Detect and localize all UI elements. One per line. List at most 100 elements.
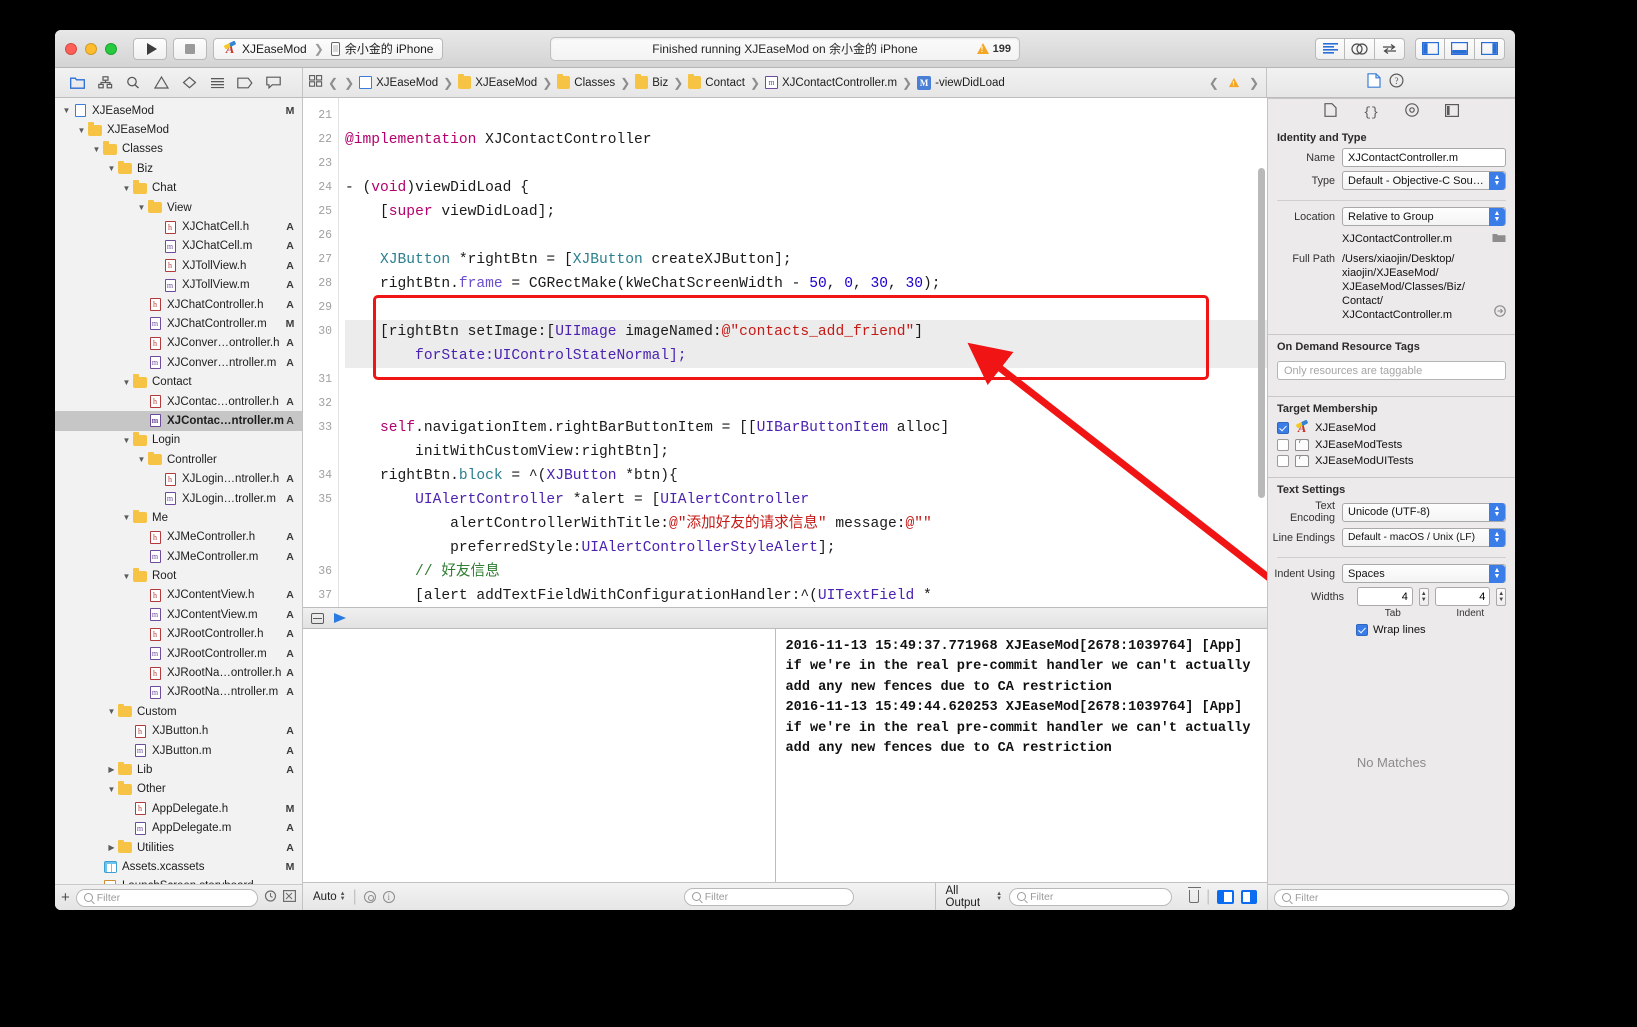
navigator-row[interactable]: ▼ View xyxy=(55,198,302,217)
code-snippet-library-icon[interactable]: {} xyxy=(1363,105,1379,120)
navigator-row[interactable]: AppDelegate.h M xyxy=(55,799,302,818)
wrap-lines-checkbox[interactable] xyxy=(1356,624,1368,636)
code-line[interactable]: forState:UIControlStateNormal]; xyxy=(345,344,1267,368)
code-line[interactable]: - (void)viewDidLoad { xyxy=(345,176,1267,200)
navigator-row[interactable]: ▶ Utilities A xyxy=(55,838,302,857)
location-popup[interactable]: Relative to Group ▲ ▼ xyxy=(1342,207,1506,226)
navigator-row[interactable]: XJRootController.m A xyxy=(55,644,302,663)
navigator-row[interactable]: ▼ XJEaseMod M xyxy=(55,101,302,120)
navigator-row[interactable]: XJMeController.h A xyxy=(55,528,302,547)
disclosure-expanded-icon[interactable]: ▼ xyxy=(121,572,132,581)
related-items-icon[interactable] xyxy=(309,75,323,90)
navigator-row[interactable]: XJTollView.m A xyxy=(55,276,302,295)
breakpoint-navigator-icon[interactable] xyxy=(231,72,259,94)
next-issue-button[interactable]: ❯ xyxy=(1249,76,1259,90)
stop-button[interactable] xyxy=(173,37,207,60)
code-line[interactable]: preferredStyle:UIAlertControllerStyleAle… xyxy=(345,536,1267,560)
code-line[interactable] xyxy=(345,296,1267,320)
target-membership-row[interactable]: XJEaseModTests xyxy=(1268,437,1515,453)
disclosure-expanded-icon[interactable]: ▼ xyxy=(121,436,132,445)
navigator-row[interactable]: ▼ Biz xyxy=(55,159,302,178)
navigator-row[interactable]: XJContac…ntroller.mA xyxy=(55,411,302,431)
type-popup[interactable]: Default - Objective-C Sou… ▲ ▼ xyxy=(1342,171,1506,190)
toggle-navigator-button[interactable] xyxy=(1415,37,1445,60)
navigator-row[interactable]: ▼ Login xyxy=(55,431,302,450)
navigator-row[interactable]: XJButton.m A xyxy=(55,741,302,760)
target-checkbox[interactable] xyxy=(1277,439,1289,451)
source-control-navigator-icon[interactable] xyxy=(91,72,119,94)
navigator-row[interactable]: ▼ XJEaseMod xyxy=(55,120,302,139)
clear-console-icon[interactable] xyxy=(1187,887,1201,903)
code-line[interactable]: initWithCustomView:rightBtn]; xyxy=(345,440,1267,464)
standard-editor-button[interactable] xyxy=(1315,37,1345,60)
media-library-icon[interactable] xyxy=(1444,103,1459,122)
disclosure-expanded-icon[interactable]: ▼ xyxy=(106,707,117,716)
navigator-row[interactable]: XJChatCell.m A xyxy=(55,237,302,256)
navigator-row[interactable]: ▼ Custom xyxy=(55,702,302,721)
back-button[interactable]: ❮ xyxy=(328,76,338,90)
code-line[interactable] xyxy=(345,392,1267,416)
navigator-row[interactable]: XJContentView.m A xyxy=(55,605,302,624)
wrap-lines-row[interactable]: Wrap lines xyxy=(1268,619,1515,641)
forward-button[interactable]: ❯ xyxy=(344,76,354,90)
target-checkbox[interactable] xyxy=(1277,422,1289,434)
disclosure-expanded-icon[interactable]: ▼ xyxy=(106,164,117,173)
code-line[interactable]: [alert addTextFieldWithConfigurationHand… xyxy=(345,584,1267,607)
file-inspector-icon[interactable] xyxy=(1367,72,1381,93)
line-endings-popup[interactable]: Default - macOS / Unix (LF) ▲ ▼ xyxy=(1342,528,1506,547)
test-navigator-icon[interactable] xyxy=(175,72,203,94)
encoding-popup[interactable]: Unicode (UTF-8) ▲ ▼ xyxy=(1342,502,1506,522)
previous-issue-button[interactable]: ❮ xyxy=(1209,76,1219,90)
add-button[interactable]: + xyxy=(61,890,70,905)
show-variables-pane-icon[interactable] xyxy=(1217,889,1234,904)
navigator-row[interactable]: XJChatController.m M xyxy=(55,314,302,333)
navigator-row[interactable]: ▼ Other xyxy=(55,780,302,799)
find-navigator-icon[interactable] xyxy=(119,72,147,94)
assistant-editor-button[interactable] xyxy=(1345,37,1375,60)
navigator-row[interactable]: XJContentView.h A xyxy=(55,586,302,605)
navigator-row[interactable]: LaunchScreen.storyboard xyxy=(55,877,302,884)
code-line[interactable]: XJButton *rightBtn = [XJButton createXJB… xyxy=(345,248,1267,272)
indent-width-input[interactable]: 4 xyxy=(1434,587,1491,606)
crumb-6[interactable]: -viewDidLoad xyxy=(935,77,1005,89)
code-line[interactable]: @implementation XJContactController xyxy=(345,128,1267,152)
report-navigator-icon[interactable] xyxy=(259,72,287,94)
warning-badge[interactable]: 199 xyxy=(976,43,1011,55)
navigator-row[interactable]: ▼ Chat xyxy=(55,179,302,198)
object-library-icon[interactable] xyxy=(1404,103,1419,122)
navigator-row[interactable]: XJLogin…ntroller.h A xyxy=(55,469,302,488)
filter-source-control-button[interactable] xyxy=(283,889,297,907)
code-line[interactable]: rightBtn.block = ^(XJButton *btn){ xyxy=(345,464,1267,488)
navigator-row[interactable]: ▼ Me xyxy=(55,508,302,527)
code-line[interactable]: UIAlertController *alert = [UIAlertContr… xyxy=(345,488,1267,512)
crumb-0[interactable]: XJEaseMod xyxy=(376,77,438,89)
navigator-row[interactable]: XJRootController.h A xyxy=(55,625,302,644)
code-line[interactable] xyxy=(345,152,1267,176)
info-icon[interactable]: i xyxy=(382,890,395,903)
source-editor[interactable]: 21 22 23 24 25 26 27 28 29 30 31 32 33 34 35 36 37 @impl… xyxy=(303,98,1267,607)
target-checkbox[interactable] xyxy=(1277,455,1289,467)
navigator-row[interactable]: XJButton.h A xyxy=(55,722,302,741)
disclosure-expanded-icon[interactable]: ▼ xyxy=(91,145,102,154)
code-line[interactable] xyxy=(345,368,1267,392)
indent-using-popup[interactable]: Spaces ▲ ▼ xyxy=(1342,564,1506,583)
navigator-row[interactable]: ▶ Lib A xyxy=(55,760,302,779)
debug-navigator-icon[interactable] xyxy=(203,72,231,94)
variables-scope-popup[interactable]: Auto ▲ ▼ xyxy=(313,891,346,903)
variables-display-icon[interactable] xyxy=(363,890,376,903)
filter-recent-button[interactable] xyxy=(264,889,277,907)
choose-folder-icon[interactable] xyxy=(1492,230,1506,248)
navigator-row[interactable]: Assets.xcassets M xyxy=(55,857,302,876)
disclosure-expanded-icon[interactable]: ▼ xyxy=(106,785,117,794)
variables-filter-input[interactable]: Filter xyxy=(683,887,854,906)
navigator-filter-input[interactable]: Filter xyxy=(75,888,258,907)
inspector-filter-input[interactable]: Filter xyxy=(1274,888,1509,907)
disclosure-expanded-icon[interactable]: ▼ xyxy=(121,513,132,522)
code-line[interactable]: // 好友信息 xyxy=(345,560,1267,584)
tab-width-stepper[interactable]: ▲ ▼ xyxy=(1418,587,1429,606)
disclosure-collapsed-icon[interactable]: ▶ xyxy=(106,765,117,774)
code-line[interactable] xyxy=(345,224,1267,248)
toggle-inspector-button[interactable] xyxy=(1475,37,1505,60)
indent-width-stepper[interactable]: ▲ ▼ xyxy=(1496,587,1506,606)
code-line[interactable]: rightBtn.frame = CGRectMake(kWeChatScree… xyxy=(345,272,1267,296)
